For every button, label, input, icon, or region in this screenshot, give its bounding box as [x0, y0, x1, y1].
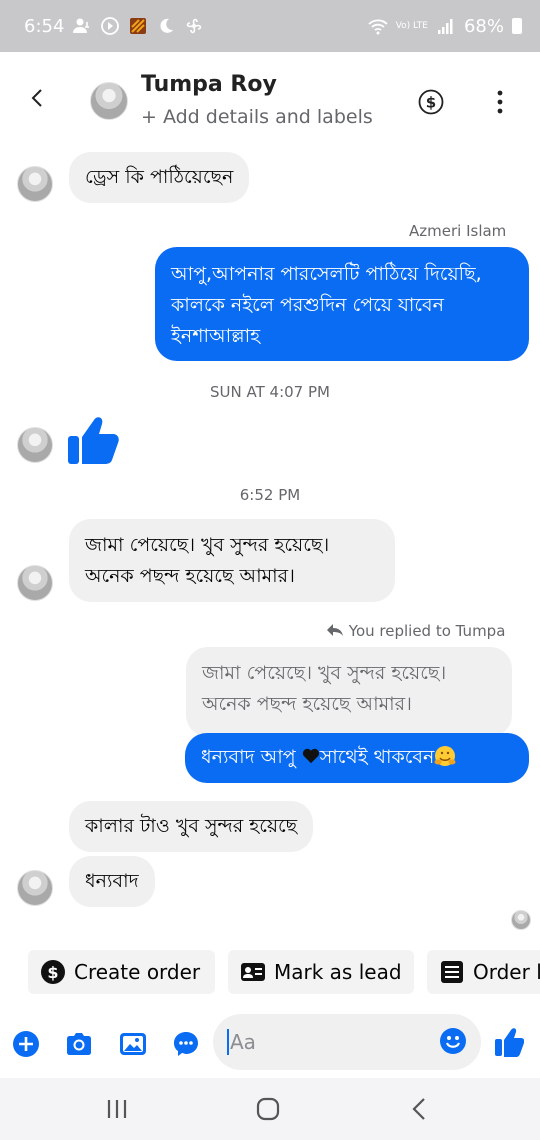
more-options-button[interactable] [492, 89, 508, 115]
battery-icon [512, 18, 522, 34]
order-button[interactable]: Order l [427, 950, 540, 994]
message-text: সাথেই থাকবেন [319, 746, 435, 768]
battery-percent: 68% [463, 15, 504, 37]
contact-name[interactable]: Tumpa Roy [141, 72, 277, 97]
create-order-label: Create order [74, 960, 201, 984]
system-navigation-bar [0, 1078, 540, 1140]
sender-avatar [17, 427, 53, 463]
system-back-button[interactable] [407, 1096, 433, 1122]
thumbs-up-icon [495, 1028, 525, 1057]
signal-icon [436, 16, 456, 36]
like-reaction-message[interactable] [66, 414, 120, 466]
mark-as-lead-label: Mark as lead [274, 960, 402, 984]
reply-indicator: You replied to Tumpa [326, 622, 505, 640]
reply-icon [327, 624, 343, 636]
person-icon [72, 16, 92, 36]
timestamp: 6:52 PM [239, 486, 301, 504]
wifi-icon [368, 16, 388, 36]
back-button[interactable] [26, 86, 50, 110]
message-input-placeholder: Aa [230, 1030, 256, 1054]
blocked-icon [100, 16, 120, 36]
mark-as-lead-button[interactable]: Mark as lead [228, 950, 414, 994]
contact-card-icon [240, 959, 266, 985]
camera-icon [67, 1033, 91, 1055]
sender-label: Azmeri Islam [409, 222, 507, 240]
payments-button[interactable]: $ [418, 89, 444, 115]
moon-icon [156, 16, 176, 36]
contact-avatar[interactable] [90, 82, 128, 120]
sender-avatar [17, 565, 53, 601]
chevron-left-icon [412, 1098, 425, 1120]
status-left: 6:54 [24, 16, 204, 37]
message-bubble-incoming[interactable]: জামা পেয়েছে। খুব সুন্দর হয়েছে। অনেক পছ… [69, 519, 395, 602]
order-list-icon [439, 959, 465, 985]
send-like-button[interactable] [494, 1026, 525, 1058]
message-text: ধন্যবাদ আপু [201, 746, 302, 768]
message-composer: Aa [0, 1008, 540, 1078]
recent-apps-icon [107, 1100, 127, 1118]
svg-text:$: $ [426, 94, 436, 112]
chat-options-button[interactable] [172, 1030, 200, 1058]
thumbs-up-icon [68, 417, 119, 464]
conversation-header: Tumpa Roy + Add details and labels $ [0, 52, 540, 140]
chat-bubble-icon [174, 1032, 198, 1056]
svg-text:$: $ [47, 963, 58, 982]
app-notification-icon [128, 16, 148, 36]
chevron-left-icon [31, 89, 42, 107]
status-time: 6:54 [24, 15, 65, 37]
timestamp: SUN AT 4:07 PM [210, 383, 330, 401]
status-bar: 6:54 Vo) LTE 68% [0, 0, 540, 52]
more-actions-button[interactable] [12, 1030, 40, 1058]
image-icon [120, 1033, 146, 1055]
message-input[interactable]: Aa [213, 1014, 481, 1070]
replied-label: You replied to Tumpa [348, 622, 506, 640]
more-vertical-icon [497, 90, 503, 114]
order-label: Order l [473, 960, 540, 984]
plus-circle-icon [13, 1031, 39, 1057]
sender-avatar [17, 166, 53, 202]
text-cursor [227, 1029, 229, 1055]
status-right: Vo) LTE 68% [368, 16, 522, 37]
dollar-circle-icon: $ [40, 959, 66, 985]
fan-icon [184, 16, 204, 36]
black-heart-icon [302, 748, 319, 764]
message-bubble-outgoing[interactable]: আপু,আপনার পারসেলটি পাঠিয়ে দিয়েছি, কালক… [155, 247, 529, 361]
sender-avatar [17, 870, 53, 906]
recent-apps-button[interactable] [104, 1096, 130, 1122]
emoji-button[interactable] [439, 1027, 467, 1055]
message-bubble-incoming[interactable]: ড্রেস কি পাঠিয়েছেন [69, 152, 250, 203]
dollar-icon: $ [418, 89, 444, 115]
message-bubble-incoming[interactable]: কালার টাও খুব সুন্দর হয়েছে [69, 801, 314, 852]
home-button[interactable] [255, 1096, 281, 1122]
seen-indicator-avatar [511, 910, 531, 930]
camera-button[interactable] [65, 1030, 93, 1058]
home-icon [256, 1097, 280, 1121]
lte-label: Vo) LTE [395, 20, 428, 31]
add-details-link[interactable]: + Add details and labels [141, 106, 373, 128]
gallery-button[interactable] [119, 1030, 147, 1058]
message-bubble-incoming[interactable]: ধন্যবাদ [69, 856, 155, 907]
hugging-face-icon [434, 746, 456, 766]
create-order-button[interactable]: $ Create order [28, 950, 215, 994]
smiley-icon [440, 1028, 466, 1054]
message-bubble-outgoing[interactable]: ধন্যবাদ আপু সাথেই থাকবেন [185, 733, 529, 783]
quoted-message[interactable]: জামা পেয়েছে। খুব সুন্দর হয়েছে। অনেক পছ… [186, 647, 512, 737]
messenger-screen: 6:54 Vo) LTE 68% Tumpa Roy + Add details… [0, 0, 540, 1140]
